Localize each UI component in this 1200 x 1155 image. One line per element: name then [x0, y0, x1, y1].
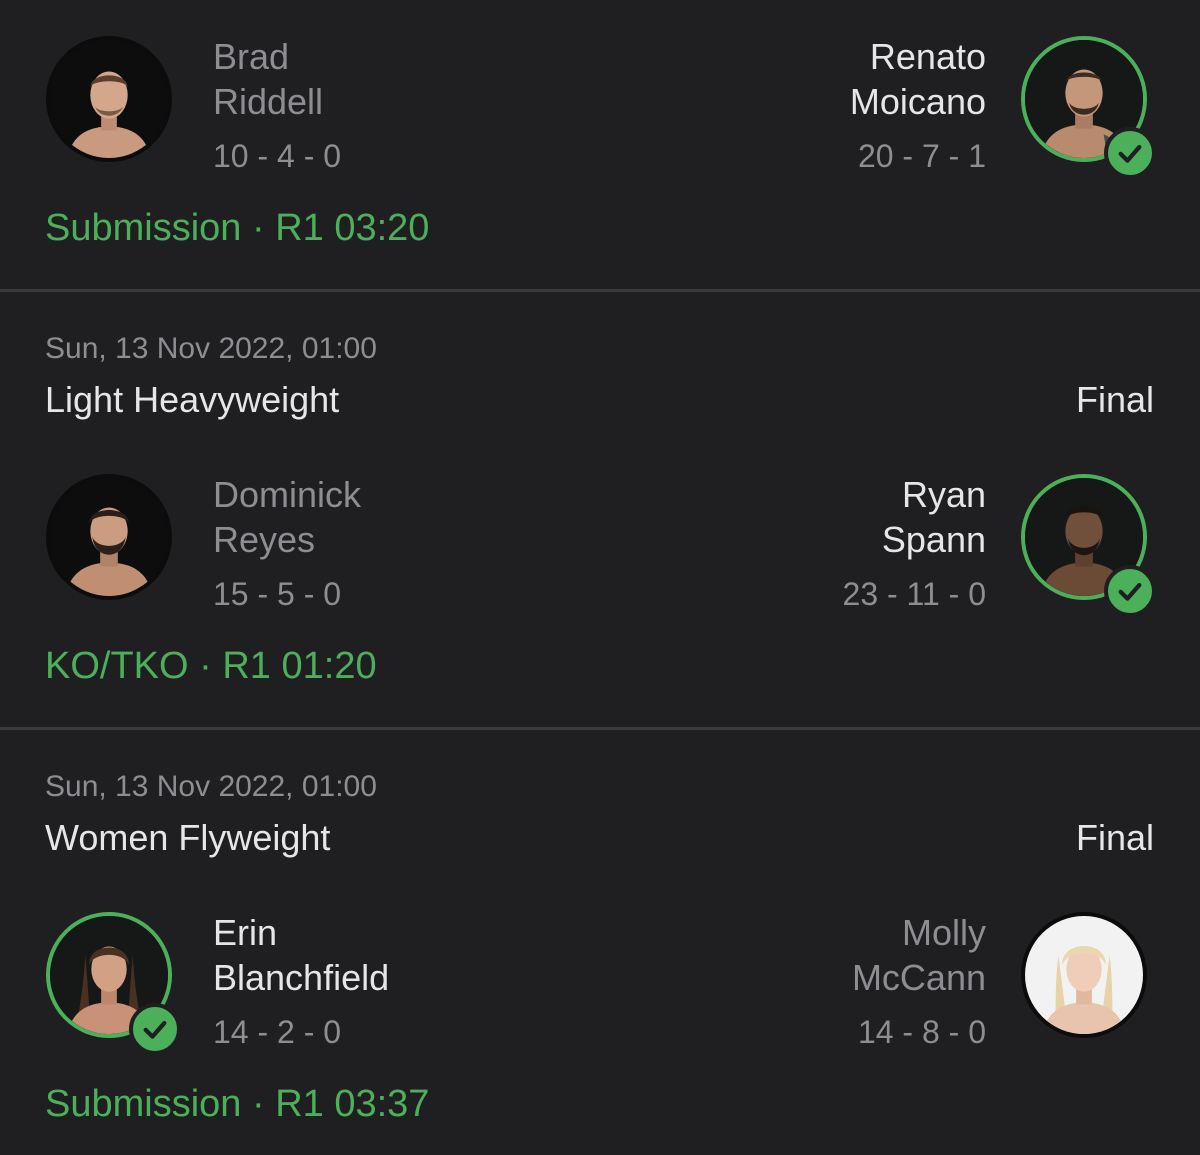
result-method: Submission [45, 1083, 242, 1125]
result-method: Submission [45, 207, 242, 249]
result-method: KO/TKO [45, 645, 189, 687]
fighter-record-right: 14 - 8 - 0 [857, 1014, 986, 1050]
result-separator: · [251, 1083, 265, 1125]
fight-result: Submission · R1 03:20 [45, 207, 429, 250]
fighter-name-left[interactable]: Dominick Reyes [213, 472, 361, 562]
fighter-record-left: 10 - 4 - 0 [213, 138, 342, 174]
result-time: R1 03:20 [275, 207, 430, 249]
fighter-name-right[interactable]: Molly McCann [852, 910, 986, 1000]
fight-card-3[interactable]: Sun, 13 Nov 2022, 01:00 Women Flyweight … [0, 730, 1200, 1155]
fighter-name-left[interactable]: Erin Blanchfield [213, 910, 389, 1000]
fighter-name-right[interactable]: Renato Moicano [850, 34, 986, 124]
fighter-avatar-dominick-reyes[interactable] [46, 474, 172, 600]
result-time: R1 01:20 [222, 645, 377, 687]
fighter-name-left[interactable]: Brad Riddell [213, 34, 323, 124]
fighter-headshot-icon [50, 40, 168, 158]
fight-status: Final [1075, 379, 1154, 420]
fighter-avatar-brad-riddell[interactable] [46, 36, 172, 162]
result-separator: · [251, 207, 265, 249]
result-separator: · [199, 645, 212, 687]
result-time: R1 03:37 [275, 1083, 430, 1125]
fight-result: KO/TKO · R1 01:20 [45, 645, 377, 688]
fight-datetime: Sun, 13 Nov 2022, 01:00 [45, 770, 377, 803]
winner-check-icon [1104, 127, 1156, 179]
fighter-headshot-icon [1025, 916, 1143, 1034]
fight-results-list: Brad Riddell 10 - 4 - 0 Renato Moicano 2… [0, 0, 1200, 1155]
fight-result: Submission · R1 03:37 [45, 1083, 429, 1126]
fight-card-2[interactable]: Sun, 13 Nov 2022, 01:00 Light Heavyweigh… [0, 292, 1200, 728]
fight-card-1[interactable]: Brad Riddell 10 - 4 - 0 Renato Moicano 2… [0, 0, 1200, 291]
weight-class: Light Heavyweight [45, 379, 340, 420]
weight-class: Women Flyweight [45, 817, 331, 858]
fight-datetime: Sun, 13 Nov 2022, 01:00 [45, 332, 377, 365]
checkmark-icon [1118, 144, 1142, 163]
fighter-record-left: 14 - 2 - 0 [213, 1014, 342, 1050]
fighter-record-right: 23 - 11 - 0 [842, 576, 986, 612]
fighter-record-left: 15 - 5 - 0 [213, 576, 342, 612]
winner-check-icon [1104, 565, 1156, 617]
fighter-record-right: 20 - 7 - 1 [857, 138, 986, 174]
checkmark-icon [1118, 582, 1142, 601]
fighter-headshot-icon [50, 478, 168, 596]
winner-check-icon [129, 1003, 181, 1055]
checkmark-icon [143, 1020, 167, 1039]
fight-status: Final [1075, 817, 1154, 858]
fighter-name-right[interactable]: Ryan Spann [882, 472, 986, 562]
fighter-avatar-molly-mccann[interactable] [1021, 912, 1147, 1038]
